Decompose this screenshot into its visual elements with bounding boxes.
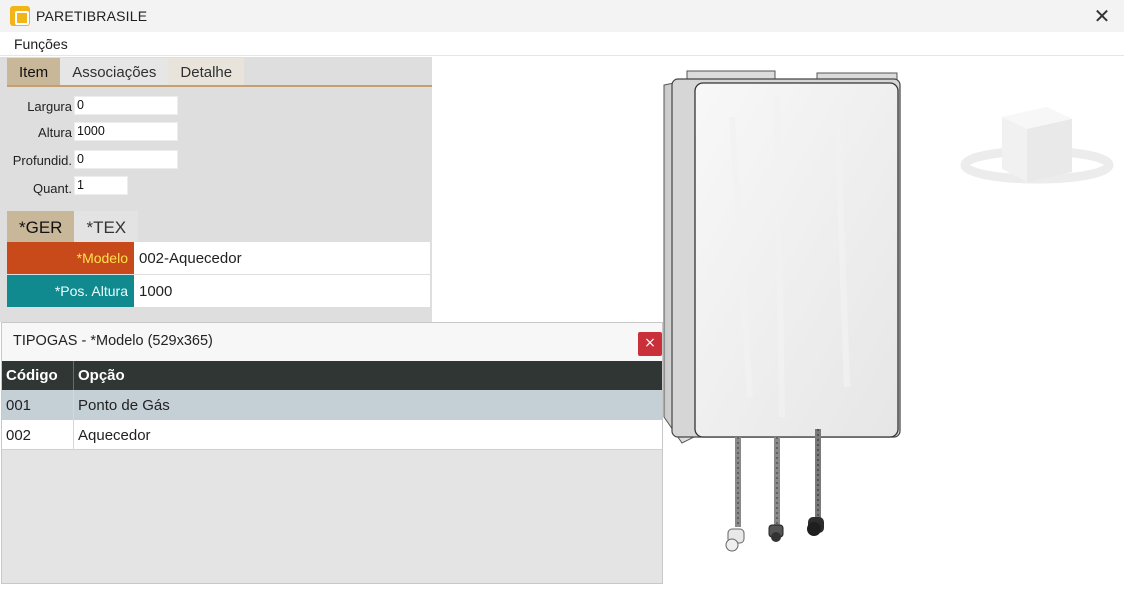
param-key: *Pos. Altura (7, 275, 134, 307)
tab-underline (7, 85, 432, 87)
popup-header: TIPOGAS - *Modelo (529x365) × (2, 323, 662, 361)
tab-associacoes[interactable]: Associações (60, 58, 169, 86)
tab-tex[interactable]: *TEX (74, 211, 139, 242)
column-header-opcao[interactable]: Opção (73, 361, 125, 390)
quantidade-label: Quant. (32, 181, 72, 196)
tab-ger[interactable]: *GER (7, 211, 75, 242)
profundidade-input[interactable]: 0 (74, 150, 178, 169)
param-key: *Modelo (7, 242, 134, 274)
altura-input[interactable]: 1000 (74, 122, 178, 141)
param-row-pos-altura[interactable]: *Pos. Altura 1000 (7, 275, 430, 307)
altura-label: Altura (38, 125, 72, 140)
column-header-codigo[interactable]: Código (2, 361, 58, 390)
app-logo-icon (10, 6, 30, 26)
properties-panel: Item Associações Detalhe Largura 0 Altur… (0, 57, 432, 322)
tab-item[interactable]: Item (7, 58, 61, 86)
table-row[interactable]: 002 Aquecedor (2, 420, 662, 450)
param-row-modelo[interactable]: *Modelo 002-Aquecedor (7, 242, 430, 274)
largura-input[interactable]: 0 (74, 96, 178, 115)
popup-close-button[interactable]: × (638, 332, 662, 356)
menu-bar: Funções (0, 32, 1124, 56)
title-bar: PARETIBRASILE ✕ (0, 0, 1124, 32)
window-title: PARETIBRASILE (36, 8, 148, 24)
cell-option: Aquecedor (73, 420, 151, 450)
cell-option: Ponto de Gás (73, 390, 170, 420)
table-row[interactable]: 001 Ponto de Gás (2, 390, 662, 420)
param-value[interactable]: 1000 (139, 275, 172, 308)
sub-tabs: *GER *TEX (7, 211, 139, 242)
cell-code: 001 (6, 397, 32, 414)
popup-title: TIPOGAS - *Modelo (529x365) (13, 333, 213, 349)
options-popup: TIPOGAS - *Modelo (529x365) × Código Opç… (1, 322, 663, 584)
top-tabs: Item Associações Detalhe (7, 58, 245, 86)
largura-label: Largura (27, 99, 72, 114)
view-cube-icon[interactable] (952, 77, 1122, 197)
main-window: PARETIBRASILE ✕ Funções Item Associações… (0, 0, 1124, 584)
cell-code: 002 (6, 427, 32, 444)
tab-detalhe[interactable]: Detalhe (168, 58, 245, 86)
param-value[interactable]: 002-Aquecedor (139, 242, 242, 275)
close-icon[interactable]: ✕ (1090, 4, 1114, 28)
quantidade-input[interactable]: 1 (74, 176, 128, 195)
profundidade-label: Profundid. (12, 153, 72, 168)
menu-funcoes[interactable]: Funções (14, 36, 68, 52)
table-header: Código Opção (2, 361, 662, 390)
